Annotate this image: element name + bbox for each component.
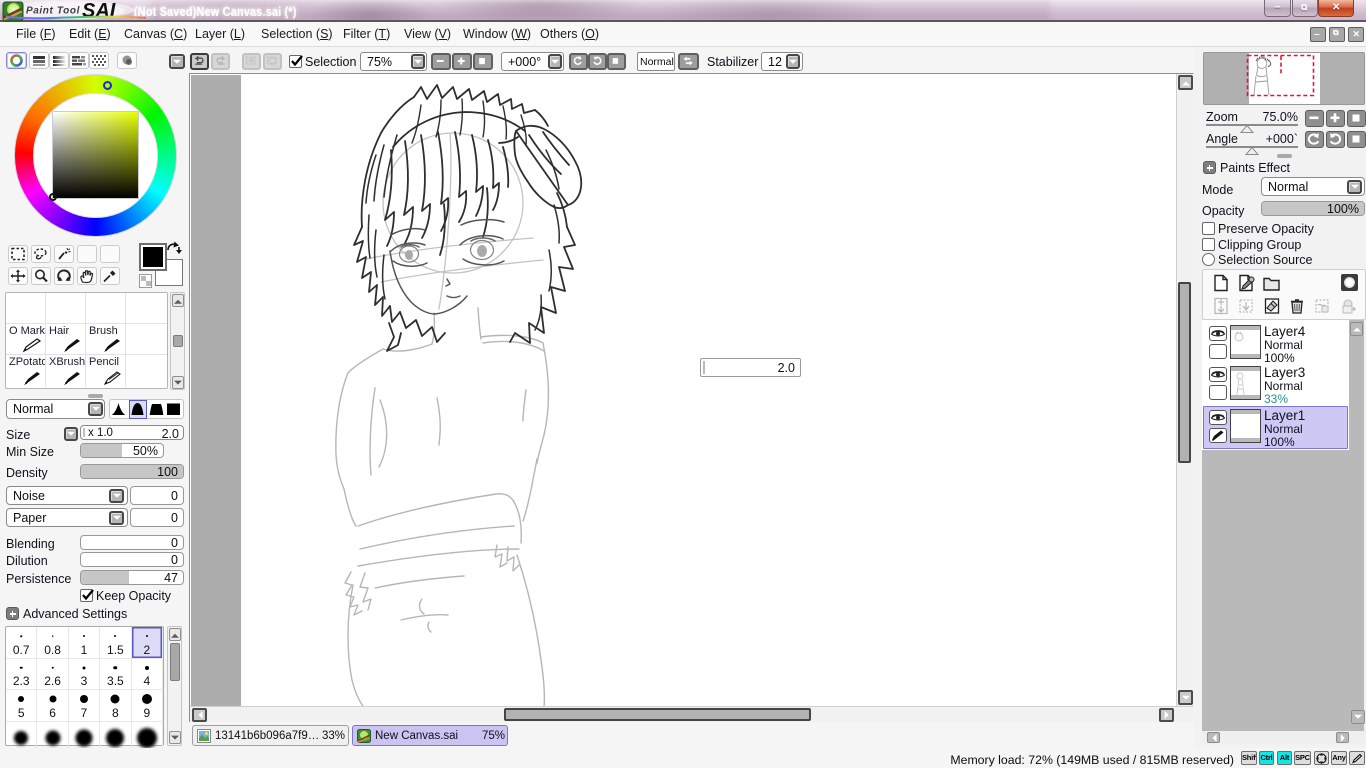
svg-text:SAI: SAI xyxy=(82,0,116,22)
svg-text:Paint Tool: Paint Tool xyxy=(26,6,80,17)
